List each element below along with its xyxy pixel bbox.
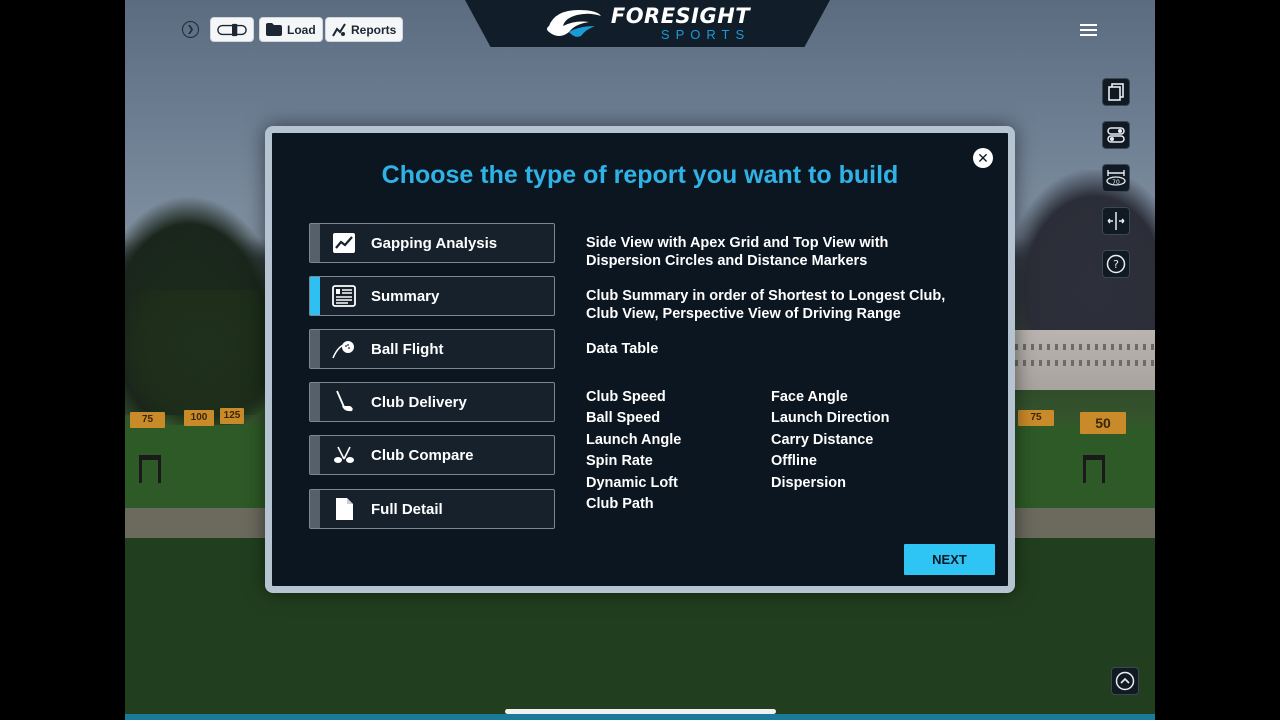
club-icon — [336, 390, 353, 412]
metric-item: Dynamic Loft — [586, 475, 678, 491]
clubhouse-building — [1015, 330, 1155, 390]
folder-icon — [266, 23, 282, 36]
metric-item: Club Speed — [586, 389, 666, 405]
option-label: Summary — [371, 287, 440, 305]
yardage-sign: 50 — [1080, 412, 1126, 434]
foresight-logo: FORESIGHT SPORTS — [465, 0, 830, 47]
option-indicator — [310, 330, 320, 368]
option-summary[interactable]: Summary — [309, 276, 555, 316]
load-button[interactable]: Load — [259, 17, 323, 42]
metric-item: Spin Rate — [586, 453, 653, 469]
option-label: Ball Flight — [371, 340, 444, 358]
metric-item: Dispersion — [771, 475, 846, 491]
reports-button[interactable]: Reports — [325, 17, 404, 42]
copy-button[interactable] — [1102, 78, 1130, 106]
split-view-icon — [1107, 212, 1125, 230]
menu-icon[interactable] — [1080, 24, 1097, 36]
hill-right — [1005, 170, 1155, 340]
split-view-button[interactable] — [1102, 207, 1130, 235]
option-indicator — [310, 224, 320, 262]
close-icon: ✕ — [977, 150, 989, 166]
swoosh-logo-icon — [546, 9, 601, 37]
summary-description: Club Summary in order of Shortest to Lon… — [586, 288, 946, 322]
toggle-icon — [1107, 127, 1125, 143]
reports-label: Reports — [351, 22, 397, 37]
summary-icon — [332, 285, 356, 307]
expand-button[interactable]: ❯ — [182, 21, 199, 38]
option-label: Club Delivery — [371, 393, 467, 411]
range-target-button[interactable]: 70 — [1102, 164, 1130, 192]
option-indicator — [310, 490, 320, 528]
svg-text:70: 70 — [1112, 179, 1120, 186]
yardage-sign: 100 — [184, 410, 214, 426]
range-target-icon: 70 — [1106, 170, 1126, 186]
option-full-detail[interactable]: Full Detail — [309, 489, 555, 529]
toggle-switch-icon — [217, 23, 247, 36]
ball-flight-icon — [332, 341, 354, 359]
scroll-up-button[interactable] — [1111, 667, 1139, 695]
metric-item: Launch Angle — [586, 432, 682, 448]
metric-item: Offline — [771, 453, 817, 469]
yardage-sign: 125 — [220, 408, 244, 424]
reports-icon — [332, 22, 346, 36]
option-label: Gapping Analysis — [371, 234, 498, 252]
bench — [1083, 455, 1105, 483]
yardage-sign: 75 — [1018, 410, 1054, 426]
bottom-strip — [125, 714, 1155, 720]
option-gapping-analysis[interactable]: Gapping Analysis — [309, 223, 555, 263]
close-button[interactable]: ✕ — [973, 148, 993, 168]
option-indicator — [310, 277, 320, 315]
option-club-delivery[interactable]: Club Delivery — [309, 382, 555, 422]
document-icon — [336, 498, 353, 520]
clubs-compare-icon — [334, 446, 354, 463]
ball-flight-description: Data Table — [586, 341, 659, 357]
next-button[interactable]: NEXT — [904, 544, 995, 575]
svg-text:?: ? — [1113, 258, 1119, 271]
chevron-up-icon — [1115, 671, 1135, 691]
metric-item: Carry Distance — [771, 432, 874, 448]
trees-left — [125, 290, 285, 430]
range-toggle-button[interactable] — [210, 17, 254, 42]
report-type-dialog: Choose the type of report you want to bu… — [265, 126, 1015, 593]
bench — [139, 455, 161, 483]
settings-toggle-button[interactable] — [1102, 121, 1130, 149]
help-icon: ? — [1106, 254, 1126, 274]
option-club-compare[interactable]: Club Compare — [309, 435, 555, 475]
metric-item: Launch Direction — [771, 410, 890, 426]
option-label: Full Detail — [371, 500, 443, 518]
metric-item: Club Path — [586, 496, 654, 512]
option-indicator — [310, 436, 320, 474]
home-indicator[interactable] — [505, 709, 776, 714]
option-ball-flight[interactable]: Ball Flight — [309, 329, 555, 369]
gapping-description: Side View with Apex Grid and Top View wi… — [586, 235, 889, 269]
brand-subtitle: SPORTS — [660, 26, 751, 42]
load-label: Load — [287, 22, 316, 37]
metric-item: Face Angle — [771, 389, 848, 405]
metric-item: Ball Speed — [586, 410, 661, 426]
brand-name: FORESIGHT — [610, 3, 751, 28]
yardage-sign: 75 — [130, 412, 165, 428]
dialog-title: Choose the type of report you want to bu… — [381, 161, 899, 189]
copy-icon — [1108, 83, 1124, 101]
chevron-right-icon: ❯ — [186, 24, 195, 34]
chart-icon — [333, 233, 355, 253]
option-indicator — [310, 383, 320, 421]
help-button[interactable]: ? — [1102, 250, 1130, 278]
option-label: Club Compare — [371, 446, 474, 464]
